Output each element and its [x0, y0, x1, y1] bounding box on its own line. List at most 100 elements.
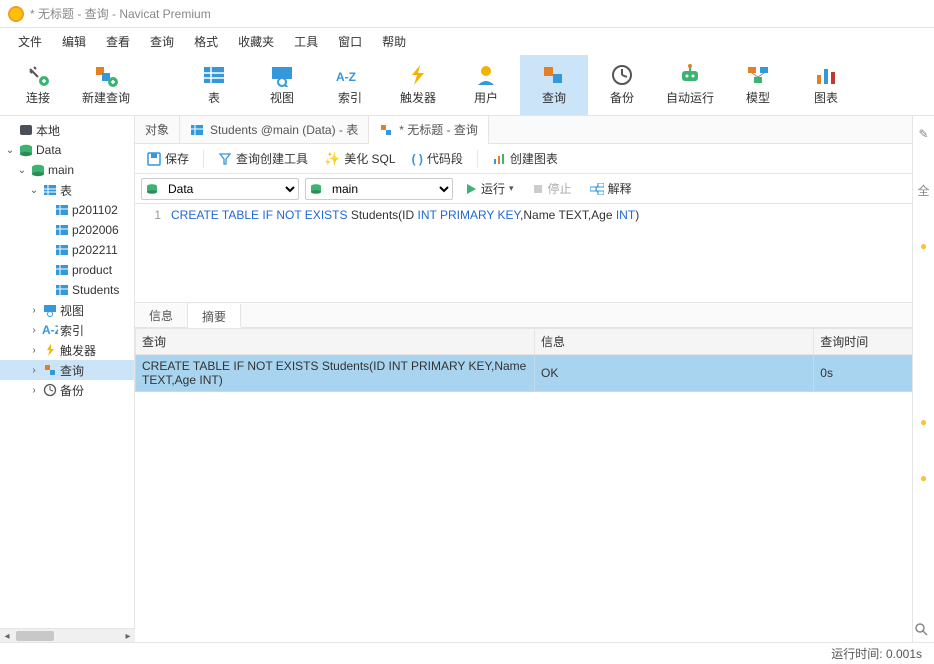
tree-table-item[interactable]: p201102 — [0, 200, 134, 220]
menu-edit[interactable]: 编辑 — [52, 33, 96, 50]
menu-help[interactable]: 帮助 — [372, 33, 416, 50]
menu-format[interactable]: 格式 — [184, 33, 228, 50]
tree-node-local[interactable]: 本地 — [0, 120, 134, 140]
chevron-down-icon[interactable]: ⌄ — [16, 165, 28, 176]
chevron-down-icon[interactable]: ⌄ — [28, 185, 40, 196]
connection-select[interactable]: Data — [141, 178, 299, 200]
table-icon — [54, 282, 70, 298]
chevron-right-icon[interactable]: › — [28, 345, 40, 356]
tree-label: p202211 — [72, 243, 118, 257]
toolbar-query-button[interactable]: 查询 — [520, 55, 588, 115]
snippets-button[interactable]: ( ) 代码段 — [406, 148, 469, 169]
menu-file[interactable]: 文件 — [8, 33, 52, 50]
toolbar-table-button[interactable]: 表 — [180, 55, 248, 115]
wand-icon[interactable]: ✎ — [916, 126, 932, 142]
toolbar-label: 备份 — [610, 89, 634, 106]
chevron-down-icon: ▾ — [509, 183, 514, 194]
tree-node-az-small[interactable]: ›A-Z索引 — [0, 320, 134, 340]
tree-node-tables-group[interactable]: ⌄ 表 — [0, 180, 134, 200]
scroll-right-icon[interactable]: ▸ — [121, 629, 135, 643]
query-builder-button[interactable]: 查询创建工具 — [212, 148, 314, 169]
sql-editor[interactable]: 1 CREATE TABLE IF NOT EXISTS Students(ID… — [135, 204, 934, 302]
toolbar-index-button[interactable]: A-Z索引 — [316, 55, 384, 115]
beautify-button[interactable]: ✨ 美化 SQL — [318, 148, 402, 169]
tree-table-item[interactable]: p202211 — [0, 240, 134, 260]
db-green-icon — [309, 182, 323, 196]
bolt-small-icon — [42, 342, 58, 358]
search-icon[interactable] — [914, 622, 930, 638]
toolbar-backup-button[interactable]: 备份 — [588, 55, 656, 115]
explain-icon — [590, 183, 604, 195]
runtime-label: 运行时间: — [831, 647, 882, 661]
bulb-icon[interactable]: ● — [916, 414, 932, 430]
create-chart-button[interactable]: 创建图表 — [486, 148, 564, 169]
title-bar: * 无标题 - 查询 - Navicat Premium — [0, 0, 934, 28]
tree-table-item[interactable]: product — [0, 260, 134, 280]
tree-label: 索引 — [60, 322, 84, 339]
stop-button: 停止 — [526, 180, 578, 197]
filter-icon — [218, 152, 232, 166]
toolbar-view-button[interactable]: 视图 — [248, 55, 316, 115]
table-icon — [54, 262, 70, 278]
result-tab-summary[interactable]: 摘要 — [188, 304, 241, 328]
tree-table-item[interactable]: p202006 — [0, 220, 134, 240]
menu-favorites[interactable]: 收藏夹 — [228, 33, 284, 50]
col-message[interactable]: 信息 — [535, 329, 814, 355]
tree-node-view-small[interactable]: ›视图 — [0, 300, 134, 320]
chevron-right-icon[interactable]: › — [28, 305, 40, 316]
chevron-right-icon[interactable]: › — [28, 365, 40, 376]
sidebar-hscrollbar[interactable]: ◂ ▸ — [0, 628, 135, 642]
tree-table-item[interactable]: Students — [0, 280, 134, 300]
menu-view[interactable]: 查看 — [96, 33, 140, 50]
chevron-down-icon[interactable]: ⌄ — [4, 145, 16, 156]
tree-node-clock-small[interactable]: ›备份 — [0, 380, 134, 400]
chevron-right-icon[interactable]: › — [28, 385, 40, 396]
tree-label: 查询 — [60, 362, 84, 379]
table-row[interactable]: CREATE TABLE IF NOT EXISTS Students(ID I… — [136, 355, 934, 392]
tree-node-bolt-small[interactable]: ›触发器 — [0, 340, 134, 360]
toolbar-chart-button[interactable]: 图表 — [792, 55, 860, 115]
action-label: 创建图表 — [510, 150, 558, 167]
save-button[interactable]: 保存 — [141, 148, 195, 169]
bulb-icon[interactable]: ● — [916, 238, 932, 254]
toolbar-label: 图表 — [814, 89, 838, 106]
braces-icon: ( ) — [412, 152, 423, 166]
menu-window[interactable]: 窗口 — [328, 33, 372, 50]
tab-objects[interactable]: 对象 — [135, 116, 180, 144]
toolbar-auto-run-button[interactable]: 自动运行 — [656, 55, 724, 115]
scroll-thumb[interactable] — [16, 631, 54, 641]
toolbar-connect-button[interactable]: 连接 — [4, 55, 72, 115]
separator — [477, 150, 478, 168]
toolbar-trigger-button[interactable]: 触发器 — [384, 55, 452, 115]
explain-button[interactable]: 解释 — [584, 180, 638, 197]
scroll-left-icon[interactable]: ◂ — [0, 629, 14, 643]
tree-node-main[interactable]: ⌄ main — [0, 160, 134, 180]
action-label: 解释 — [608, 180, 632, 197]
window-title: * 无标题 - 查询 - Navicat Premium — [30, 5, 211, 22]
tree-node-query-small[interactable]: › 查询 — [0, 360, 134, 380]
table-icon — [54, 202, 70, 218]
tree-node-data[interactable]: ⌄ Data — [0, 140, 134, 160]
code-area[interactable]: CREATE TABLE IF NOT EXISTS Students(ID I… — [167, 204, 934, 302]
panel-label[interactable]: 全 — [916, 182, 932, 198]
result-tab-info[interactable]: 信息 — [135, 303, 188, 327]
runtime-value: 0.001s — [886, 647, 922, 661]
chevron-right-icon[interactable]: › — [28, 325, 40, 336]
tab-query-untitled[interactable]: * 无标题 - 查询 — [369, 116, 489, 144]
toolbar-user-button[interactable]: 用户 — [452, 55, 520, 115]
toolbar-label: 连接 — [26, 89, 50, 106]
run-button[interactable]: 运行 ▾ — [459, 180, 520, 197]
clock-small-icon — [42, 382, 58, 398]
tree-label: Data — [36, 143, 61, 157]
toolbar-model-button[interactable]: 模型 — [724, 55, 792, 115]
db-green-icon — [30, 162, 46, 178]
tab-students-data[interactable]: Students @main (Data) - 表 — [180, 116, 369, 144]
menu-tools[interactable]: 工具 — [284, 33, 328, 50]
query-small-icon — [42, 362, 58, 378]
menu-query[interactable]: 查询 — [140, 33, 184, 50]
col-query[interactable]: 查询 — [136, 329, 535, 355]
toolbar-label: 索引 — [338, 89, 362, 106]
bulb-icon[interactable]: ● — [916, 470, 932, 486]
toolbar-new-query-button[interactable]: 新建查询 — [72, 55, 140, 115]
database-select[interactable]: main — [305, 178, 453, 200]
